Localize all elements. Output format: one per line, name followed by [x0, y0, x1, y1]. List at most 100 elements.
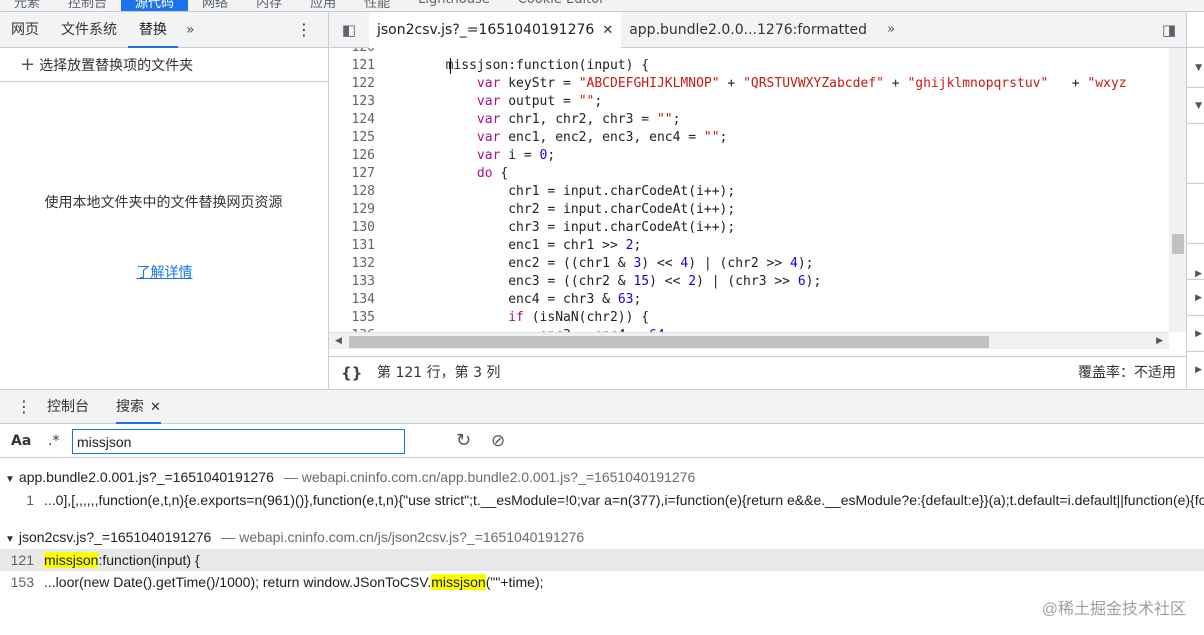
- search-toolbar: Aa .* ↻ ⊘: [0, 424, 1204, 458]
- chevron-down-icon[interactable]: ▼: [1187, 48, 1204, 88]
- chevron-right-icon[interactable]: ▶: [1187, 352, 1204, 389]
- code-area[interactable]: 120 121 missjson:function(input) {122 va…: [329, 48, 1186, 332]
- search-input[interactable]: [72, 429, 405, 454]
- devtools-tab[interactable]: 网络: [188, 0, 242, 11]
- scroll-right-icon[interactable]: ▶: [1156, 333, 1163, 350]
- chevron-down-icon[interactable]: ▼: [1187, 88, 1204, 124]
- code-line: 135 if (isNaN(chr2)) {: [329, 309, 1169, 327]
- top-tabs: 元素控制台源代码网络内存应用性能LighthouseCookie Editor: [0, 0, 619, 11]
- drawer-tab-console[interactable]: 控制台: [47, 390, 89, 424]
- result-line-number: 1: [26, 492, 34, 508]
- code-line: 126 var i = 0;: [329, 147, 1169, 165]
- line-number[interactable]: 125: [329, 129, 375, 147]
- line-number[interactable]: 122: [329, 75, 375, 93]
- horizontal-scrollbar[interactable]: ◀ ▶: [329, 332, 1169, 349]
- editor-tab-label: json2csv.js?_=1651040191276: [377, 21, 595, 38]
- line-source: do {: [476, 166, 509, 181]
- line-number[interactable]: 129: [329, 201, 375, 219]
- kebab-menu-icon[interactable]: ⋮: [296, 12, 312, 48]
- select-overrides-folder-button[interactable]: + 选择放置替换项的文件夹: [0, 48, 328, 82]
- drawer-tab-label: 搜索: [116, 399, 144, 415]
- result-match-row[interactable]: 121 missjson:function(input) {: [0, 549, 1204, 571]
- line-source: var i = 0;: [476, 148, 556, 163]
- toggle-debugger-icon[interactable]: ◨: [1162, 12, 1176, 48]
- line-number[interactable]: 120: [329, 48, 375, 57]
- result-match-row[interactable]: 1 ...0],[,,,,,,function(e,t,n){e.exports=…: [0, 489, 1204, 511]
- devtools-tab[interactable]: 元素: [0, 0, 54, 11]
- sources-navigator: 网页 文件系统 替换 » ⋮ + 选择放置替换项的文件夹 使用本地文件夹中的文件替…: [0, 12, 329, 389]
- close-icon[interactable]: ✕: [602, 23, 613, 38]
- result-match-row[interactable]: 153 ...loor(new Date().getTime()/1000); r…: [0, 571, 1204, 593]
- scrollbar-thumb[interactable]: [1172, 234, 1184, 254]
- kebab-menu-icon[interactable]: ⋮: [16, 390, 32, 424]
- refresh-icon[interactable]: ↻: [456, 424, 471, 458]
- devtools-tab[interactable]: 控制台: [54, 0, 121, 11]
- learn-more-link[interactable]: 了解详情: [0, 262, 329, 282]
- code-line: 122 var keyStr = "ABCDEFGHIJKLMNOP" + "Q…: [329, 75, 1169, 93]
- chevron-right-icon[interactable]: ▶: [1187, 280, 1204, 316]
- chevron-right-icon[interactable]: ▶: [1187, 316, 1204, 352]
- code-line: 124 var chr1, chr2, chr3 = "";: [329, 111, 1169, 129]
- code-line: 127 do {: [329, 165, 1169, 183]
- chevron-right-icon[interactable]: ▶: [1187, 244, 1204, 280]
- result-match-text: ...loor(new Date().getTime()/1000); retu…: [44, 574, 544, 590]
- match-case-toggle[interactable]: Aa: [11, 424, 31, 458]
- line-source: var keyStr = "ABCDEFGHIJKLMNOP" + "QRSTU…: [476, 76, 1127, 91]
- line-source: enc4 = chr3 & 63;: [383, 292, 642, 307]
- line-number[interactable]: 131: [329, 237, 375, 255]
- drawer-tab-search[interactable]: 搜索 ✕: [116, 390, 161, 424]
- devtools-tab[interactable]: 应用: [296, 0, 350, 11]
- devtools-top-tabbar: 元素控制台源代码网络内存应用性能LighthouseCookie Editor: [0, 0, 1204, 12]
- scrollbar-thumb[interactable]: [349, 336, 989, 348]
- vertical-scrollbar[interactable]: [1169, 48, 1186, 332]
- code-line: 130 chr3 = input.charCodeAt(i++);: [329, 219, 1169, 237]
- code-line: 125 var enc1, enc2, enc3, enc4 = "";: [329, 129, 1169, 147]
- line-number[interactable]: 128: [329, 183, 375, 201]
- result-file-header[interactable]: ▼ json2csv.js?_=1651040191276 — webapi.cni…: [0, 526, 584, 548]
- editor-tab-app-bundle[interactable]: app.bundle2.0.0...1276:formatted: [621, 12, 875, 48]
- editor-tab-label: app.bundle2.0.0...1276:formatted: [629, 21, 868, 38]
- line-number[interactable]: 135: [329, 309, 375, 327]
- pretty-print-icon[interactable]: {}: [341, 357, 362, 390]
- close-icon[interactable]: ✕: [150, 400, 161, 415]
- line-number[interactable]: 124: [329, 111, 375, 129]
- clear-icon[interactable]: ⊘: [491, 424, 505, 458]
- scroll-left-icon[interactable]: ◀: [335, 333, 342, 350]
- line-number[interactable]: 127: [329, 165, 375, 183]
- devtools-tab[interactable]: Cookie Editor: [504, 0, 619, 11]
- devtools-tab[interactable]: Lighthouse: [404, 0, 504, 11]
- chevron-double-right-icon[interactable]: »: [178, 22, 203, 38]
- tab-filesystem[interactable]: 文件系统: [50, 12, 128, 48]
- line-source: if (isNaN(chr2)) {: [508, 310, 650, 325]
- line-number[interactable]: 121: [329, 57, 375, 75]
- editor-tab-json2csv[interactable]: json2csv.js?_=1651040191276 ✕: [369, 11, 622, 48]
- tab-page[interactable]: 网页: [0, 12, 50, 48]
- line-number[interactable]: 130: [329, 219, 375, 237]
- result-match-text: ...0],[,,,,,,function(e,t,n){e.exports=n…: [44, 492, 1204, 508]
- expand-triangle-icon[interactable]: ▼: [5, 474, 15, 485]
- code-line: 120: [329, 48, 1169, 57]
- code-line: 133 enc3 = ((chr2 & 15) << 2) | (chr3 >>…: [329, 273, 1169, 291]
- line-number[interactable]: 134: [329, 291, 375, 309]
- line-source: [383, 48, 391, 57]
- navigator-tabs: 网页 文件系统 替换 » ⋮: [0, 12, 328, 48]
- devtools-tab[interactable]: 性能: [350, 0, 404, 11]
- line-number[interactable]: 126: [329, 147, 375, 165]
- code-line: 131 enc1 = chr1 >> 2;: [329, 237, 1169, 255]
- expand-triangle-icon[interactable]: ▼: [5, 534, 15, 545]
- toggle-navigator-icon[interactable]: ◧: [329, 21, 369, 39]
- tab-overrides[interactable]: 替换: [128, 12, 178, 48]
- regex-toggle[interactable]: .*: [48, 424, 59, 458]
- devtools-tab[interactable]: 内存: [242, 0, 296, 11]
- line-number[interactable]: 132: [329, 255, 375, 273]
- code-line: 134 enc4 = chr3 & 63;: [329, 291, 1169, 309]
- line-source: var output = "";: [476, 94, 603, 109]
- result-file-url: — webapi.cninfo.com.cn/app.bundle2.0.001…: [283, 469, 696, 485]
- line-source: chr1 = input.charCodeAt(i++);: [383, 184, 736, 199]
- line-number[interactable]: 133: [329, 273, 375, 291]
- line-number[interactable]: 123: [329, 93, 375, 111]
- result-file-header[interactable]: ▼ app.bundle2.0.001.js?_=1651040191276 — w…: [0, 466, 695, 488]
- devtools-tab[interactable]: 源代码: [121, 0, 189, 11]
- chevron-double-right-icon[interactable]: »: [875, 22, 907, 37]
- add-folder-label: 选择放置替换项的文件夹: [39, 58, 194, 74]
